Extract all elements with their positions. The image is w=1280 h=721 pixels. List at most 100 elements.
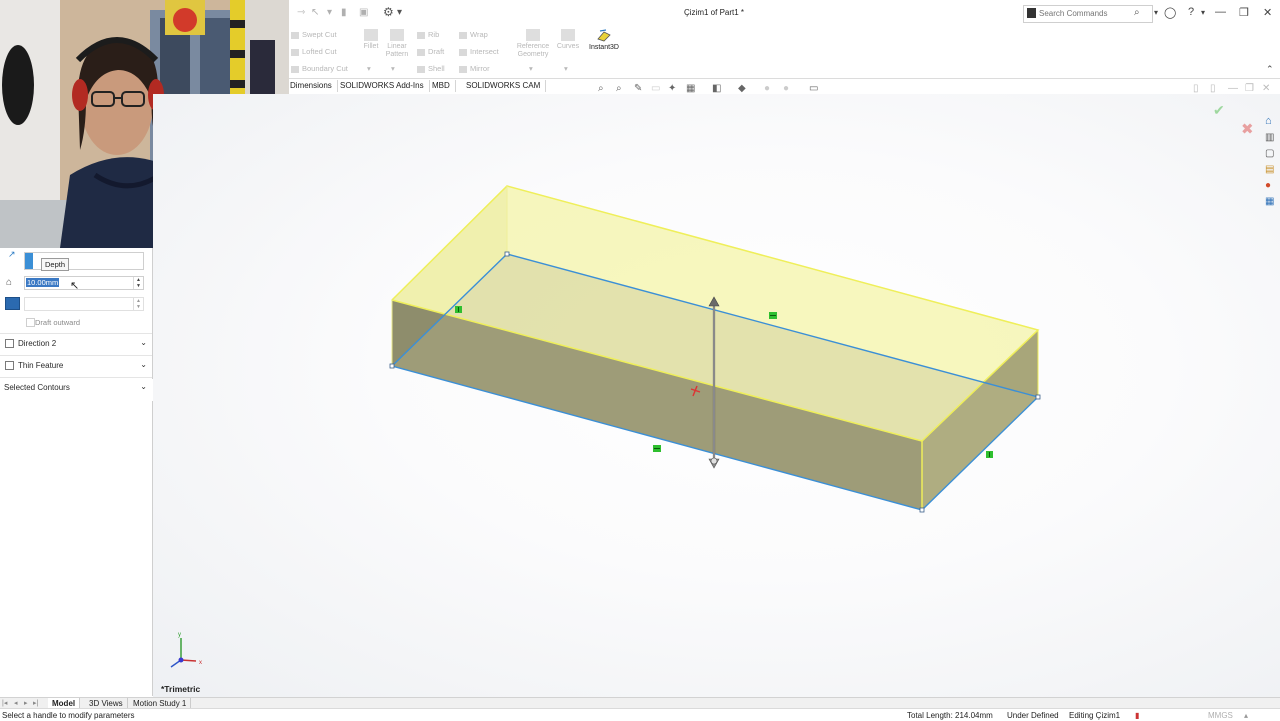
chevron-down-icon[interactable]: ⌄ <box>140 360 147 369</box>
chevron-down-icon[interactable]: ⌄ <box>140 382 147 391</box>
units-dropdown-icon[interactable]: ▴ <box>1244 711 1248 720</box>
swept-cut-button[interactable]: Swept Cut <box>291 30 337 39</box>
rib-label: Rib <box>428 30 440 39</box>
curves-button[interactable]: Curves <box>555 29 581 51</box>
draft-label: Draft <box>428 47 445 56</box>
restore-window-icon[interactable]: ❐ <box>1239 6 1249 19</box>
edit-appearance-icon[interactable]: ● <box>764 83 770 94</box>
sketch-vertex[interactable] <box>389 363 395 369</box>
search-dropdown-icon[interactable]: ▾ <box>1154 8 1158 17</box>
reference-geometry-dropdown-icon[interactable]: ▾ <box>529 64 533 73</box>
search-commands-box[interactable]: ⌕ <box>1023 5 1153 23</box>
viewport-split-icon[interactable]: ▯ <box>1210 83 1216 94</box>
svg-text:y: y <box>178 632 181 638</box>
file-explorer-icon[interactable]: ▤ <box>1265 164 1277 176</box>
section-view-icon[interactable]: ▭ <box>651 83 660 94</box>
instant3d-button[interactable]: Instant3D <box>586 29 622 52</box>
display-style-icon[interactable]: ◧ <box>712 83 721 94</box>
depth-spinner[interactable]: ▲ ▼ <box>133 277 143 289</box>
sketch-vertex[interactable] <box>1035 394 1041 400</box>
intersect-button[interactable]: Intersect <box>459 47 499 56</box>
minimize-window-icon[interactable]: — <box>1215 6 1226 18</box>
search-icon[interactable]: ⌕ <box>1134 7 1140 18</box>
tab-scroll-first-icon[interactable]: |◂ <box>2 699 7 707</box>
wrap-button[interactable]: Wrap <box>459 30 488 39</box>
rebuild-icon[interactable]: ▮ <box>341 7 347 18</box>
divider <box>0 377 152 378</box>
thin-feature-checkbox[interactable] <box>5 361 14 370</box>
shell-button[interactable]: Shell <box>417 64 445 73</box>
draft-outward-checkbox[interactable] <box>26 318 35 327</box>
sketch-vertex[interactable] <box>504 251 510 257</box>
view-settings-icon[interactable]: ▭ <box>809 83 818 94</box>
fillet-dropdown-icon[interactable]: ▾ <box>367 64 371 73</box>
swept-cut-icon <box>291 31 299 39</box>
user-icon[interactable]: ◯ <box>1164 6 1176 19</box>
tab-solidworks-cam[interactable]: SOLIDWORKS CAM <box>461 80 547 92</box>
options-dropdown-icon[interactable]: ▾ <box>397 7 402 18</box>
thin-feature-group-header[interactable]: Thin Feature ⌄ <box>0 360 152 374</box>
direction2-checkbox[interactable] <box>5 339 14 348</box>
file-properties-icon[interactable]: ▣ <box>359 7 368 18</box>
viewport-restore-icon[interactable]: ❐ <box>1245 83 1254 94</box>
lofted-cut-button[interactable]: Lofted Cut <box>291 47 337 56</box>
tab-dimensions[interactable]: Dimensions <box>285 80 338 92</box>
help-dropdown-icon[interactable]: ▾ <box>1201 8 1205 17</box>
sketch-vertex[interactable] <box>919 507 925 513</box>
zoom-to-area-icon[interactable]: ⌕ <box>616 83 622 94</box>
depth-tooltip: Depth <box>41 258 70 271</box>
direction2-group-header[interactable]: Direction 2 ⌄ <box>0 338 152 352</box>
rebuild-indicator-icon[interactable]: ▮ <box>1135 711 1139 720</box>
direction-arrow-icon[interactable]: ↗ <box>8 249 16 260</box>
cancel-x-icon[interactable]: ✖ <box>1241 120 1254 138</box>
zoom-to-fit-icon[interactable]: ⌕ <box>598 83 604 94</box>
select-icon[interactable]: ↖ <box>311 7 319 18</box>
confirm-check-icon[interactable]: ✔ <box>1213 102 1225 119</box>
help-icon[interactable]: ? <box>1188 6 1194 18</box>
editing-status: Editing Çizim1 <box>1069 711 1121 720</box>
linear-pattern-button[interactable]: Linear Pattern <box>384 29 410 59</box>
tab-scroll-prev-icon[interactable]: ◂ <box>14 699 18 707</box>
rib-button[interactable]: Rib <box>417 30 439 39</box>
chevron-down-icon[interactable]: ⌄ <box>140 338 147 347</box>
viewport-close-icon[interactable]: ✕ <box>1262 83 1270 94</box>
chevron-down-icon[interactable]: ▾ <box>327 7 332 18</box>
appearances-icon[interactable]: ● <box>1265 180 1277 192</box>
graphics-area[interactable]: x y *Trimetric ✔ ✖ <box>153 94 1280 697</box>
curves-dropdown-icon[interactable]: ▾ <box>564 64 568 73</box>
reference-geometry-button[interactable]: Reference Geometry <box>513 29 553 59</box>
sketch-definition-status: Under Defined <box>1007 711 1059 720</box>
mirror-button[interactable]: Mirror <box>459 64 490 73</box>
draft-on-off-button[interactable] <box>5 297 20 310</box>
linear-pattern-dropdown-icon[interactable]: ▾ <box>391 64 395 73</box>
dynamic-annotation-icon[interactable]: ✦ <box>668 83 676 94</box>
custom-properties-icon[interactable]: ▦ <box>1265 196 1277 208</box>
gear-icon[interactable]: ⚙ <box>383 5 394 19</box>
close-window-icon[interactable]: ✕ <box>1263 6 1272 19</box>
depth-input[interactable]: 10.00mm ▲ ▼ <box>24 276 144 290</box>
extrude-preview-canvas[interactable]: x y <box>153 94 1280 697</box>
apply-scene-icon[interactable]: ● <box>783 83 789 94</box>
collapse-ribbon-icon[interactable]: ⌃ <box>1266 64 1274 75</box>
resources-icon[interactable]: ▥ <box>1265 132 1277 144</box>
viewport-tile-icon[interactable]: ▯ <box>1193 83 1199 94</box>
hide-show-items-icon[interactable]: ◆ <box>738 83 746 94</box>
boundary-cut-button[interactable]: Boundary Cut <box>291 64 348 73</box>
selected-contours-group-header[interactable]: Selected Contours ⌄ <box>0 382 152 396</box>
tab-scroll-next-icon[interactable]: ▸ <box>24 699 28 707</box>
design-library-icon[interactable]: ▢ <box>1265 148 1277 160</box>
tab-scroll-last-icon[interactable]: ▸| <box>33 699 38 707</box>
tab-mbd[interactable]: MBD <box>427 80 456 92</box>
search-input[interactable] <box>1039 7 1131 20</box>
draft-button[interactable]: Draft <box>417 47 444 56</box>
viewport-minimize-icon[interactable]: — <box>1228 83 1238 94</box>
unit-system[interactable]: MMGS <box>1208 711 1233 720</box>
view-orientation-icon[interactable]: ▦ <box>686 83 695 94</box>
arrow-icon[interactable]: ⇾ <box>297 7 305 18</box>
draft-angle-input[interactable]: ▲ ▼ <box>24 297 144 311</box>
tab-solidworks-add-ins[interactable]: SOLIDWORKS Add-Ins <box>335 80 430 92</box>
fillet-button[interactable]: Fillet <box>360 29 382 51</box>
previous-view-icon[interactable]: ✎ <box>634 83 642 94</box>
home-icon[interactable]: ⌂ <box>1265 115 1277 127</box>
draft-angle-spinner[interactable]: ▲ ▼ <box>133 298 143 310</box>
